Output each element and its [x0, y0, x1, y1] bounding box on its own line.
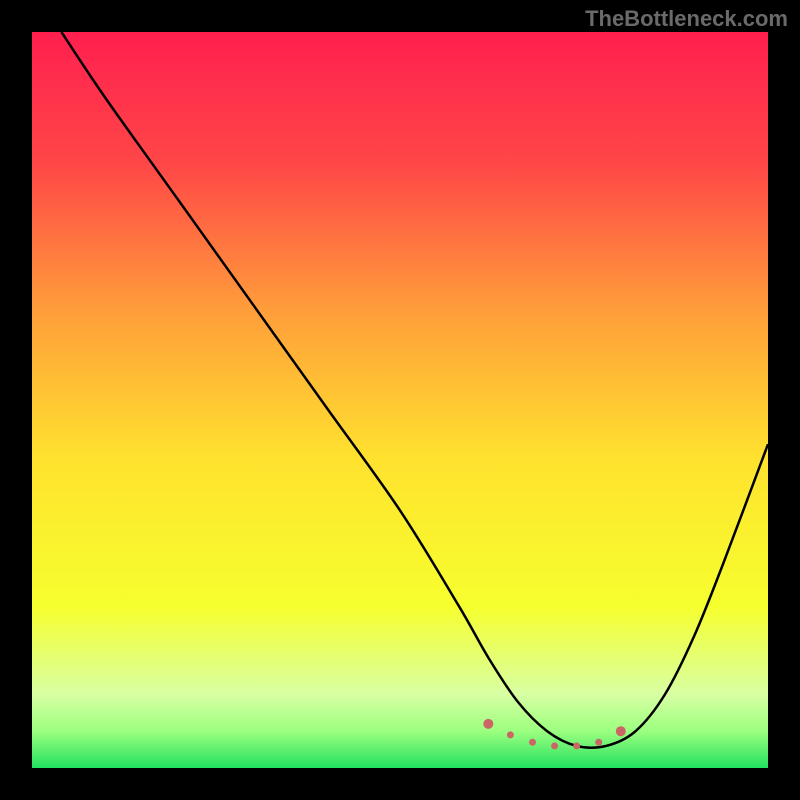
optimal-range-markers — [483, 719, 625, 750]
marker-dot — [551, 742, 558, 749]
marker-dot — [616, 726, 626, 736]
marker-dot — [483, 719, 493, 729]
plot-area — [32, 32, 768, 768]
curve-layer — [32, 32, 768, 768]
marker-dot — [529, 739, 536, 746]
marker-dot — [507, 731, 514, 738]
marker-dot — [573, 742, 580, 749]
chart-container: TheBottleneck.com — [0, 0, 800, 800]
marker-dot — [595, 739, 602, 746]
watermark-text: TheBottleneck.com — [585, 6, 788, 32]
bottleneck-curve — [61, 32, 768, 748]
